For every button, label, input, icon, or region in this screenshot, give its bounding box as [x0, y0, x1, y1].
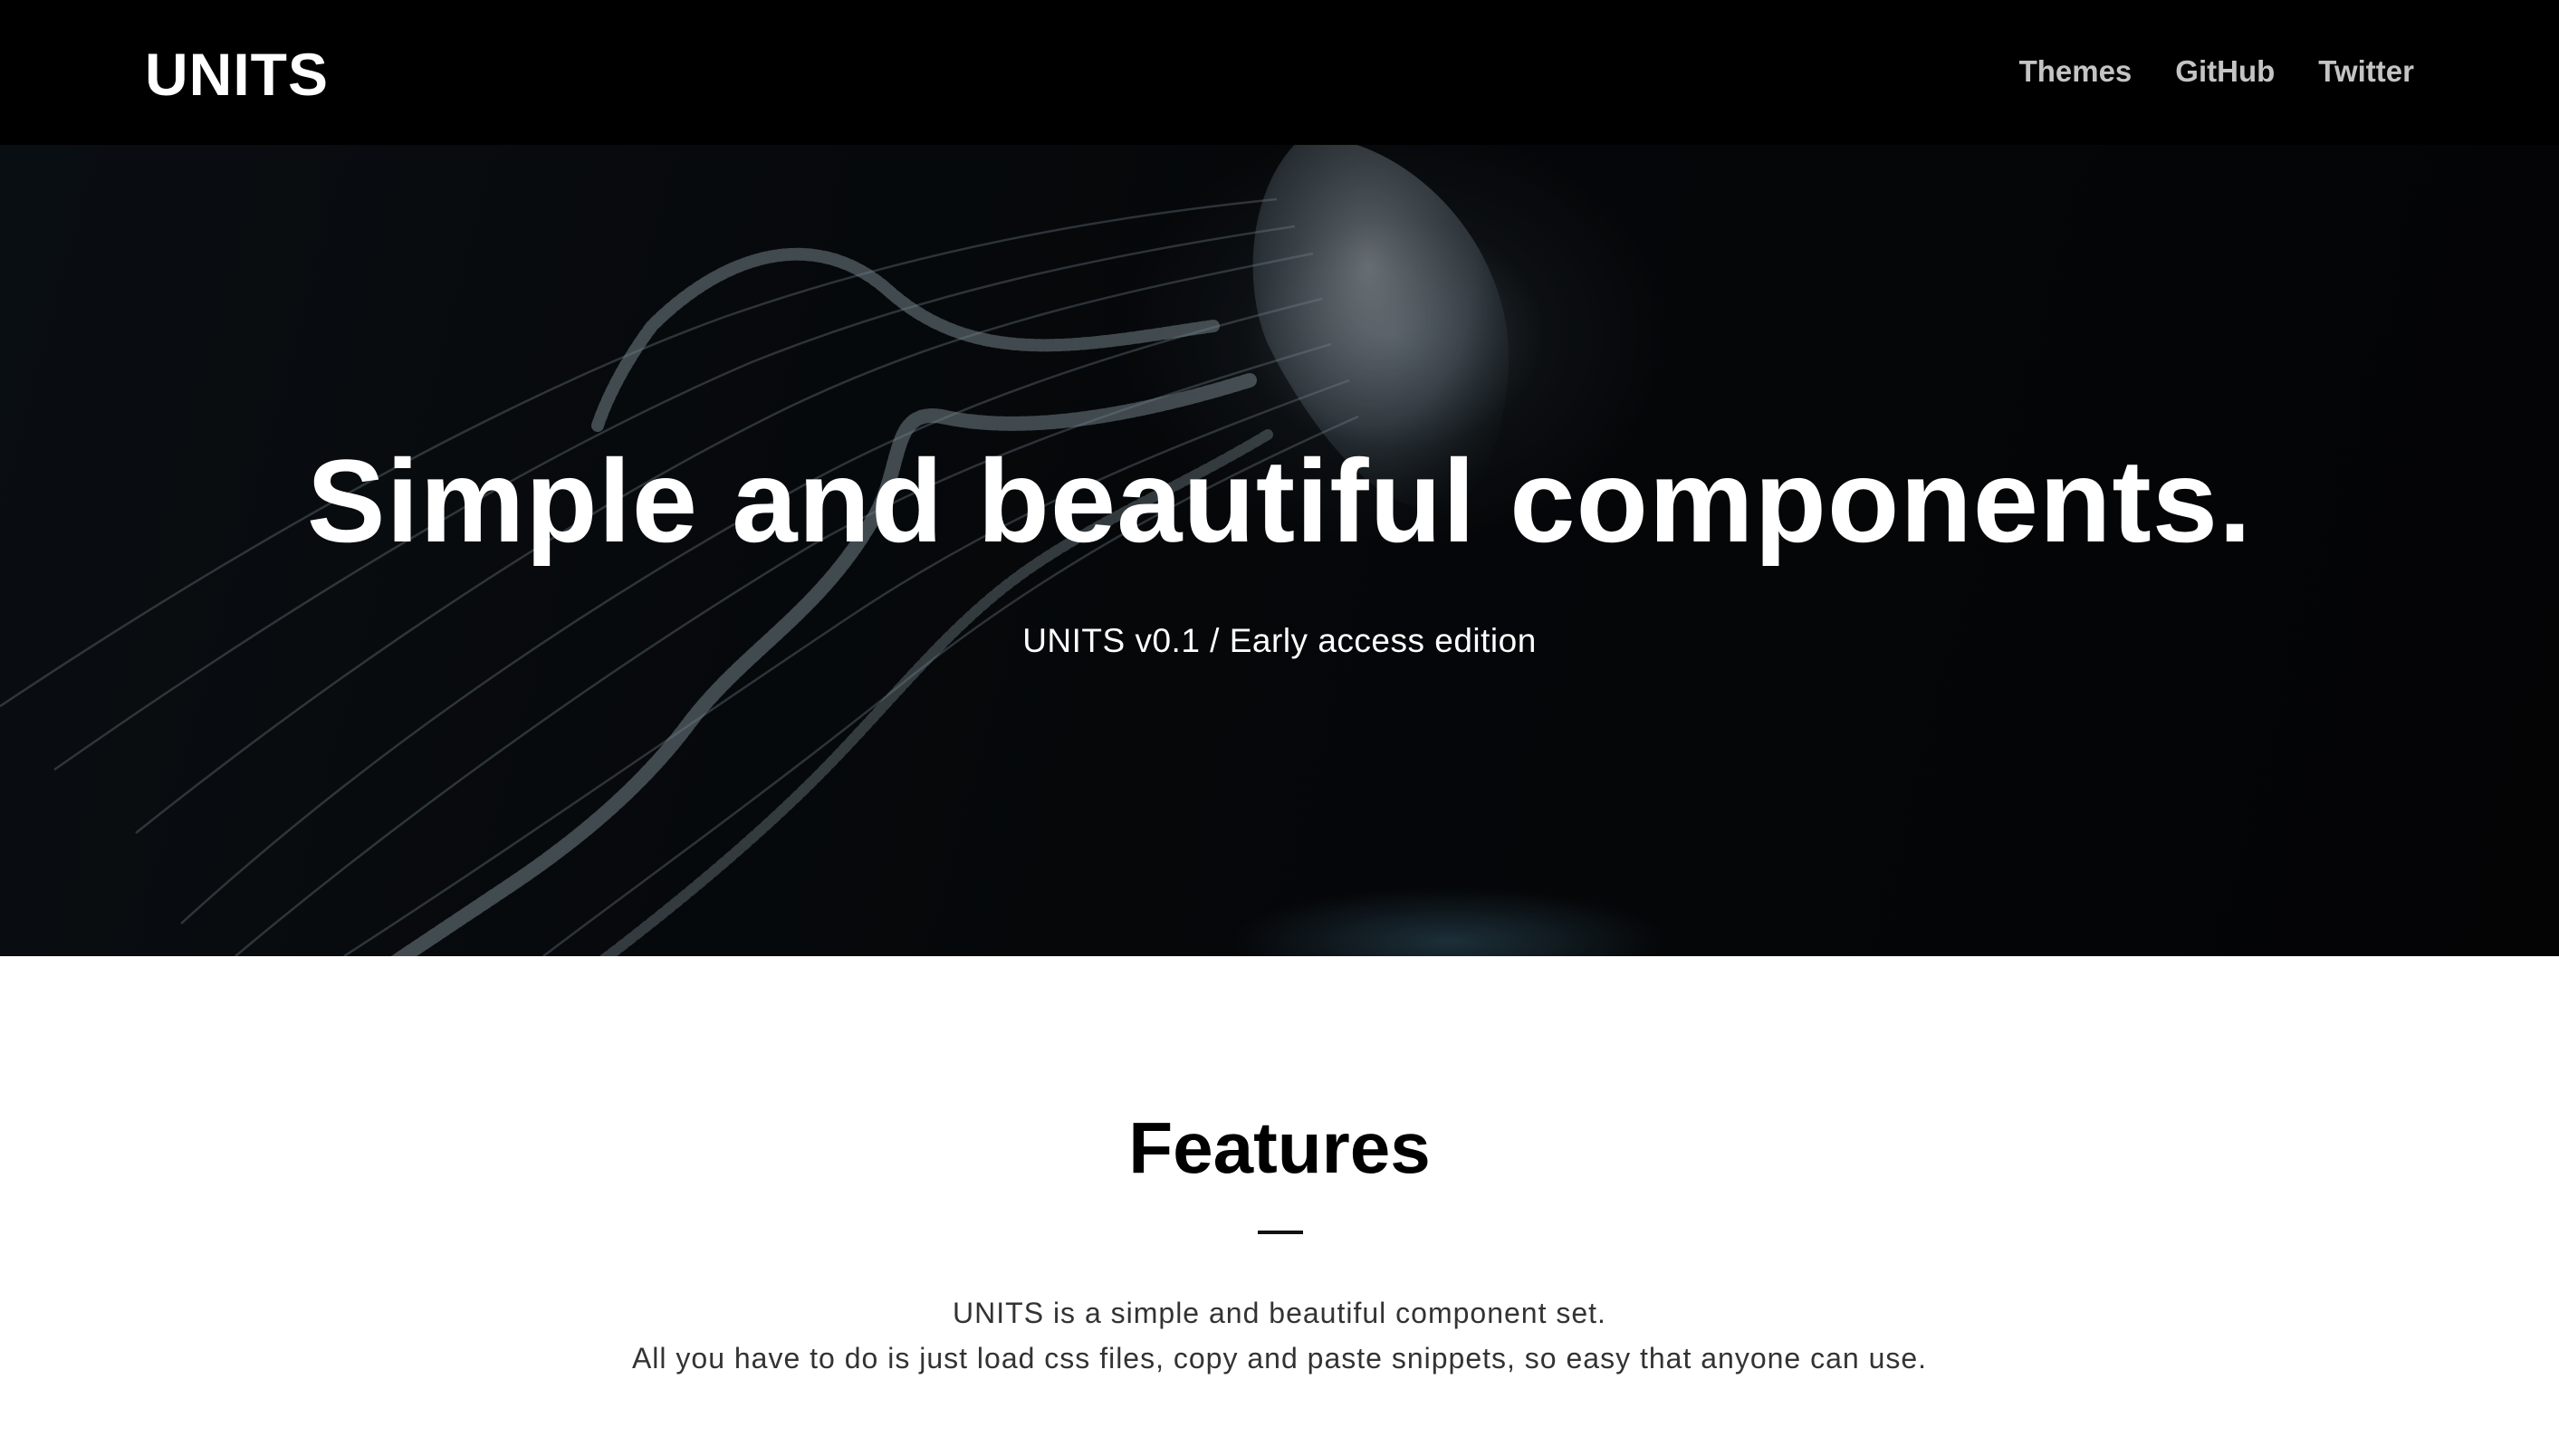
features-description: UNITS is a simple and beautiful componen…	[0, 1290, 2559, 1381]
nav-link-twitter[interactable]: Twitter	[2318, 49, 2414, 94]
hero-title: Simple and beautiful components.	[306, 435, 2253, 567]
section-divider	[1258, 1231, 1303, 1234]
nav-link-github[interactable]: GitHub	[2175, 49, 2275, 94]
hero-subtitle: UNITS v0.1 / Early access edition	[1022, 622, 1537, 659]
features-description-line: UNITS is a simple and beautiful componen…	[953, 1297, 1606, 1329]
site-logo[interactable]: UNITS	[145, 38, 329, 110]
top-navbar: UNITS Themes GitHub Twitter	[0, 0, 2559, 145]
nav-link-themes[interactable]: Themes	[2019, 49, 2132, 94]
hero-banner: Simple and beautiful components. UNITS v…	[0, 145, 2559, 956]
features-title: Features	[1128, 1107, 1431, 1188]
nav-links: Themes GitHub Twitter	[2019, 49, 2414, 94]
features-description-line: All you have to do is just load css file…	[631, 1342, 1928, 1375]
